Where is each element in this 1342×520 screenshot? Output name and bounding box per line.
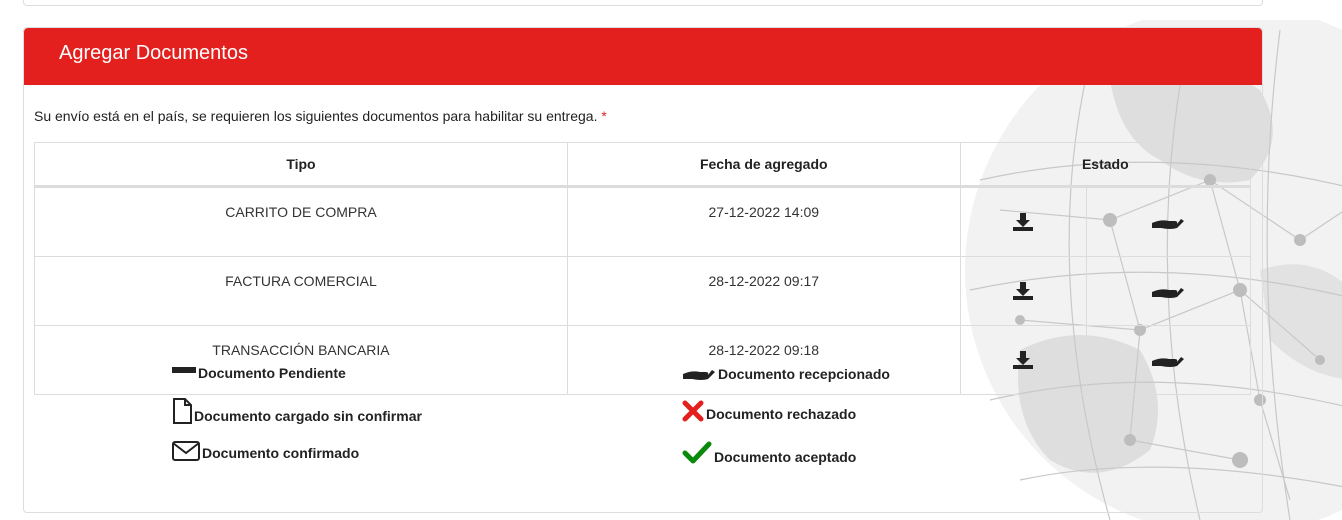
legend-received-label: Documento recepcionado bbox=[718, 366, 890, 382]
status-cell bbox=[1085, 186, 1252, 257]
legend-pending-label: Documento Pendiente bbox=[198, 365, 346, 381]
checkmark-icon bbox=[682, 441, 712, 464]
download-icon[interactable] bbox=[1012, 281, 1034, 301]
download-cell bbox=[959, 325, 1087, 395]
row-tipo: CARRITO DE COMPRA bbox=[34, 186, 568, 257]
row-fecha: 28-12-2022 09:17 bbox=[566, 256, 961, 326]
file-outline-icon bbox=[173, 398, 192, 424]
required-mark: * bbox=[601, 108, 607, 124]
table-row: FACTURA COMERCIAL 28-12-2022 09:17 bbox=[34, 256, 1252, 326]
card-header: Agregar Documentos bbox=[24, 28, 1262, 85]
intro-text: Su envío está en el país, se requieren l… bbox=[34, 108, 607, 124]
envelope-icon bbox=[172, 441, 200, 461]
legend-accepted-label: Documento aceptado bbox=[714, 449, 857, 465]
table-header-row: Tipo Fecha de agregado Estado bbox=[34, 142, 1252, 188]
row-tipo: FACTURA COMERCIAL bbox=[34, 256, 568, 326]
row-tipo: TRANSACCIÓN BANCARIA bbox=[34, 325, 568, 395]
add-documents-card: Agregar Documentos Su envío está en el p… bbox=[23, 27, 1263, 513]
header-estado: Estado bbox=[959, 142, 1252, 188]
legend-rejected: Documento rechazado bbox=[682, 400, 856, 422]
card-title: Agregar Documentos bbox=[59, 42, 248, 64]
table-row: TRANSACCIÓN BANCARIA 28-12-2022 09:18 bbox=[34, 325, 1252, 395]
legend-uploaded: Documento cargado sin confirmar bbox=[172, 398, 422, 424]
previous-card bbox=[23, 0, 1263, 6]
row-fecha: 28-12-2022 09:18 bbox=[566, 325, 961, 395]
hand-receive-icon bbox=[1152, 287, 1185, 298]
row-fecha: 27-12-2022 14:09 bbox=[566, 186, 961, 257]
hand-receive-icon bbox=[1152, 356, 1185, 367]
x-icon bbox=[682, 400, 704, 422]
download-cell bbox=[959, 256, 1087, 326]
legend-rejected-label: Documento rechazado bbox=[706, 406, 857, 422]
legend-pending: Documento Pendiente bbox=[172, 365, 346, 381]
status-cell bbox=[1085, 256, 1252, 326]
legend-confirmed-label: Documento confirmado bbox=[202, 445, 360, 461]
table-row: CARRITO DE COMPRA 27-12-2022 14:09 bbox=[34, 186, 1252, 257]
legend-received: Documento recepcionado bbox=[682, 366, 890, 382]
documents-table: Tipo Fecha de agregado Estado CARRITO DE… bbox=[34, 142, 1252, 395]
download-icon[interactable] bbox=[1012, 212, 1034, 232]
intro-message: Su envío está en el país, se requieren l… bbox=[34, 108, 598, 124]
legend-accepted: Documento aceptado bbox=[682, 441, 856, 465]
header-fecha: Fecha de agregado bbox=[566, 142, 961, 188]
download-icon[interactable] bbox=[1012, 350, 1034, 370]
hand-receive-icon bbox=[683, 370, 715, 380]
minus-icon bbox=[172, 367, 196, 373]
header-tipo: Tipo bbox=[34, 142, 568, 188]
legend-uploaded-label: Documento cargado sin confirmar bbox=[194, 408, 422, 424]
legend-confirmed: Documento confirmado bbox=[172, 441, 359, 461]
download-cell bbox=[959, 186, 1087, 257]
status-cell bbox=[1085, 325, 1252, 395]
hand-receive-icon bbox=[1152, 218, 1185, 229]
